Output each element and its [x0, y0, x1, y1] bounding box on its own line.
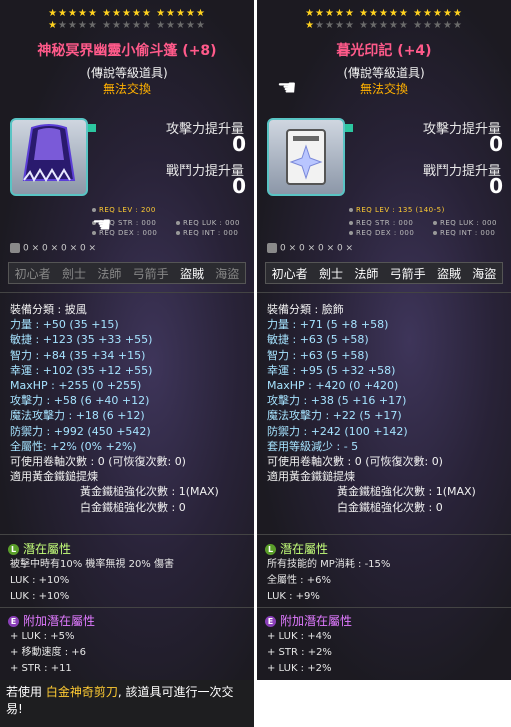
req-int: REQ INT : 000	[433, 229, 495, 237]
stat-line: 力量 : +71 (5 +8 +58)	[267, 318, 389, 332]
stat-line: 適用黃金鐵鎚提煉	[267, 470, 355, 484]
combat-power-value: 0	[489, 174, 503, 198]
job-beginner: 初心者	[14, 266, 51, 281]
job-thief: 盜賊	[436, 266, 461, 281]
job-archer: 弓箭手	[389, 266, 426, 281]
bonus-potential-section: E 附加潛在屬性 + LUK : +4% + STR : +2% + LUK : …	[265, 612, 505, 677]
stat-line: 防禦力 : +242 (100 +142)	[267, 424, 408, 438]
bonus-potential-icon: E	[8, 616, 19, 627]
stat-line: 攻擊力 : +38 (5 +16 +17)	[267, 394, 407, 408]
combat-power-value: 0	[232, 174, 246, 198]
item-name: 暮光印記 (+4)	[336, 43, 432, 59]
stat-line: 白金鐵槌強化次數 : 0	[337, 500, 443, 514]
stat-line: 黃金鐵槌強化次數 : 1(MAX)	[337, 485, 476, 499]
item-tooltip-left: ★★★★★ ★★★★★ ★★★★★ ★★★★★ ★★★★★ ★★★★★ 神秘冥界…	[0, 0, 254, 727]
divider	[257, 534, 511, 535]
item-stats: 裝備分類 : 臉飾 力量 : +71 (5 +8 +58) 敏捷 : +63 (…	[267, 302, 507, 515]
bonus-potential-section: E 附加潛在屬性 + LUK : +5% + 移動速度 : +6 + STR : …	[8, 612, 248, 677]
bonus-line: + LUK : +5%	[10, 631, 75, 642]
cursor-hand-icon: ☚	[92, 213, 112, 238]
star-force-rating: ★★★★★ ★★★★★ ★★★★★ ★★★★★ ★★★★★ ★★★★★	[305, 8, 463, 31]
stat-line: 全屬性: +2% (0% +2%)	[10, 439, 137, 453]
job-warrior: 劍士	[318, 266, 343, 281]
cursor-hand-icon: ☚	[277, 76, 297, 101]
stat-line: MaxHP : +255 (0 +255)	[10, 379, 142, 393]
job-magician: 法師	[97, 266, 122, 281]
stat-line: 可使用卷軸次數 : 0 (可恢復次數: 0)	[10, 455, 186, 469]
bonus-line: + LUK : +2%	[267, 663, 332, 674]
stat-line: 可使用卷軸次數 : 0 (可恢復次數: 0)	[267, 455, 443, 469]
emblem-icon	[267, 118, 353, 196]
potential-line: 全屬性 : +6%	[267, 575, 331, 586]
req-dex: REQ DEX : 000	[349, 229, 414, 237]
item-stats: 裝備分類 : 披風 力量 : +50 (35 +15) 敏捷 : +123 (3…	[10, 302, 250, 515]
stat-line: 適用黃金鐵鎚提煉	[10, 470, 98, 484]
item-tooltip-right: ★★★★★ ★★★★★ ★★★★★ ★★★★★ ★★★★★ ★★★★★ 暮光印記…	[257, 0, 511, 680]
item-grade: (傳說等級道具)	[86, 66, 168, 80]
divider	[0, 534, 254, 535]
cape-icon	[10, 118, 96, 196]
req-luk: REQ LUK : 000	[176, 219, 240, 227]
job-beginner: 初心者	[271, 266, 308, 281]
stat-line: 白金鐵槌強化次數 : 0	[80, 500, 186, 514]
trade-hint: 若使用 白金神奇剪刀, 該道具可進行一次交易!	[0, 680, 254, 727]
potential-section: L 潛在屬性 所有技能的 MP消耗 : -15% 全屬性 : +6% LUK : …	[265, 540, 505, 605]
potential-line: LUK : +10%	[10, 591, 70, 602]
stat-line: 裝備分類 : 披風	[10, 303, 87, 316]
stat-line: 力量 : +50 (35 +15)	[10, 318, 119, 332]
job-requirements: 初心者 劍士 法師 弓箭手 盜賊 海盜	[265, 262, 503, 284]
req-int: REQ INT : 000	[176, 229, 238, 237]
potential-icon: L	[265, 544, 276, 555]
potential-line: LUK : +9%	[267, 591, 320, 602]
stat-line: 攻擊力 : +58 (6 +40 +12)	[10, 394, 150, 408]
bonus-line: + STR : +11	[10, 663, 72, 674]
job-pirate: 海盜	[215, 266, 240, 281]
stat-line: 幸運 : +95 (5 +32 +58)	[267, 363, 396, 377]
potential-line: 被擊中時有10% 機率無視 20% 傷害	[10, 559, 174, 570]
slot-icons: 0 × 0 × 0 × 0 ×	[10, 243, 96, 254]
divider	[0, 292, 254, 293]
stat-line: 智力 : +63 (5 +58)	[267, 348, 369, 362]
divider	[257, 292, 511, 293]
untradable-label: 無法交換	[102, 82, 151, 96]
stat-line: 敏捷 : +123 (35 +33 +55)	[10, 333, 153, 347]
star-force-rating: ★★★★★ ★★★★★ ★★★★★ ★★★★★ ★★★★★ ★★★★★	[48, 8, 206, 31]
divider	[257, 607, 511, 608]
stat-line: MaxHP : +420 (0 +420)	[267, 379, 399, 393]
stat-line: 裝備分類 : 臉飾	[267, 303, 344, 316]
attack-increase-value: 0	[232, 132, 246, 156]
stat-line: 魔法攻擊力 : +22 (5 +17)	[267, 409, 402, 423]
attack-increase-value: 0	[489, 132, 503, 156]
stat-line: 防禦力 : +992 (450 +542)	[10, 424, 151, 438]
req-luk: REQ LUK : 000	[433, 219, 497, 227]
bonus-line: + LUK : +4%	[267, 631, 332, 642]
divider	[0, 607, 254, 608]
stat-line: 魔法攻擊力 : +18 (6 +12)	[10, 409, 145, 423]
req-level: REQ LEV : 135 (140-5)	[349, 206, 445, 214]
slot-icons: 0 × 0 × 0 × 0 ×	[267, 243, 353, 254]
bonus-potential-icon: E	[265, 616, 276, 627]
stat-line: 幸運 : +102 (35 +12 +55)	[10, 363, 153, 377]
req-str: REQ STR : 000	[349, 219, 413, 227]
bonus-line: + 移動速度 : +6	[10, 647, 87, 658]
job-warrior: 劍士	[61, 266, 86, 281]
bonus-line: + STR : +2%	[267, 647, 332, 658]
stat-line: 敏捷 : +63 (5 +58)	[267, 333, 369, 347]
stat-line: 黃金鐵槌強化次數 : 1(MAX)	[80, 485, 219, 499]
potential-line: 所有技能的 MP消耗 : -15%	[267, 559, 391, 570]
potential-section: L 潛在屬性 被擊中時有10% 機率無視 20% 傷害 LUK : +10% LU…	[8, 540, 248, 605]
item-name: 神秘冥界幽靈小偷斗篷 (+8)	[37, 43, 217, 59]
stat-line: 套用等級減少 : - 5	[267, 439, 359, 453]
potential-icon: L	[8, 544, 19, 555]
job-pirate: 海盜	[472, 266, 497, 281]
job-magician: 法師	[354, 266, 379, 281]
job-archer: 弓箭手	[132, 266, 169, 281]
job-thief: 盜賊	[179, 266, 204, 281]
job-requirements: 初心者 劍士 法師 弓箭手 盜賊 海盜	[8, 262, 246, 284]
stat-line: 智力 : +84 (35 +34 +15)	[10, 348, 146, 362]
potential-line: LUK : +10%	[10, 575, 70, 586]
